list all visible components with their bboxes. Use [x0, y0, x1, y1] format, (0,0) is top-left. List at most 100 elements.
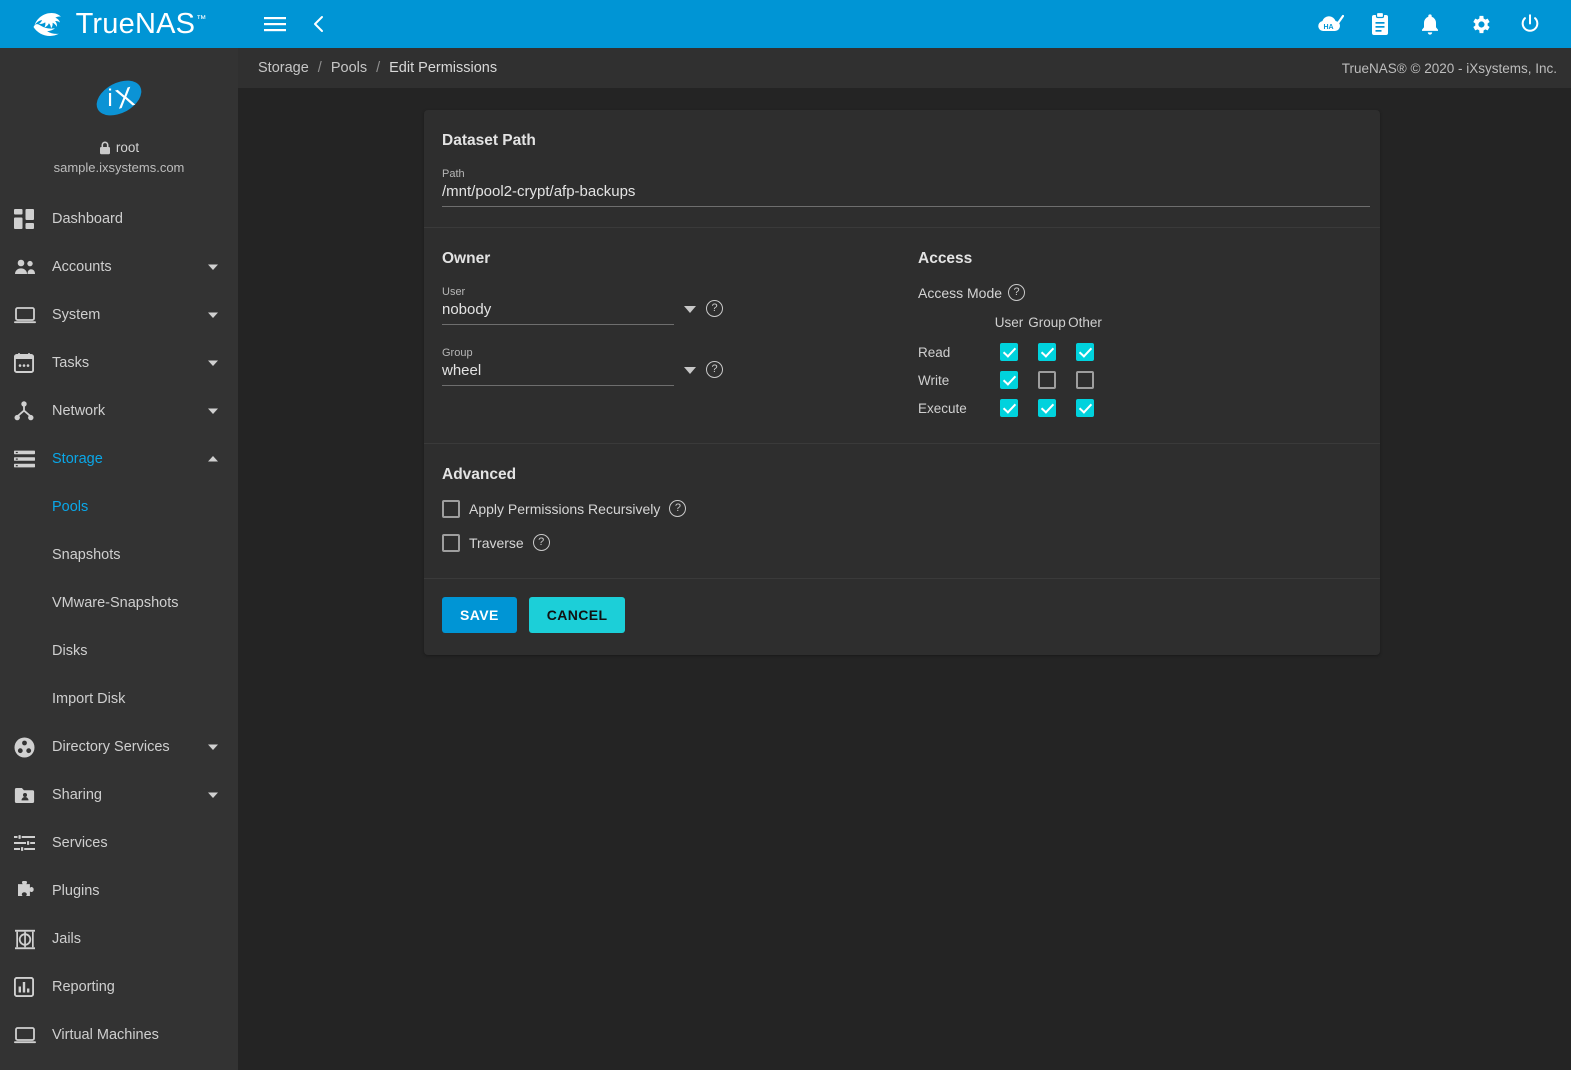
sidebar-item-label: Storage: [48, 451, 206, 467]
sidebar-nav: Dashboard Accounts: [0, 189, 238, 1059]
sidebar-item-dashboard[interactable]: Dashboard: [0, 195, 238, 243]
sidebar-item-system[interactable]: System: [0, 291, 238, 339]
username-label: root: [116, 140, 139, 155]
gear-icon[interactable]: [1465, 9, 1495, 39]
save-button[interactable]: SAVE: [442, 597, 517, 633]
access-mode-row: Access Mode ?: [918, 284, 1362, 301]
access-cell: [1066, 338, 1104, 366]
ha-status-icon[interactable]: HA: [1315, 9, 1345, 39]
sidebar-item-accounts[interactable]: Accounts: [0, 243, 238, 291]
sidebar-subitem-label: VMware-Snapshots: [52, 595, 179, 611]
sidebar-item-pools[interactable]: Pools: [0, 483, 238, 531]
sidebar-item-import-disk[interactable]: Import Disk: [0, 675, 238, 723]
checkbox-execute-other[interactable]: [1076, 399, 1094, 417]
apply-permissions-recursively-help-icon[interactable]: ?: [669, 500, 686, 517]
sidebar-item-storage[interactable]: Storage: [0, 435, 238, 483]
chevron-down-icon[interactable]: [206, 740, 220, 754]
sidebar-item-plugins[interactable]: Plugins: [0, 867, 238, 915]
path-input[interactable]: [442, 183, 1370, 207]
group-input[interactable]: [442, 362, 674, 386]
chevron-down-icon[interactable]: [206, 788, 220, 802]
sidebar-item-vmware-snapshots[interactable]: VMware-Snapshots: [0, 579, 238, 627]
content-area: Storage / Pools / Edit Permissions TrueN…: [238, 48, 1571, 1070]
svg-text:i: i: [107, 85, 112, 112]
access-mode-label: Access Mode: [918, 285, 1002, 301]
bell-icon[interactable]: [1415, 9, 1445, 39]
sidebar-item-label: Virtual Machines: [48, 1027, 220, 1043]
sidebar-item-label: Services: [48, 835, 220, 851]
checkbox-read-group[interactable]: [1038, 343, 1056, 361]
hostname-label: sample.ixsystems.com: [0, 160, 238, 175]
owner-access-section: Owner User ?: [424, 227, 1380, 443]
sidebar-item-label: Jails: [48, 931, 220, 947]
access-mode-table: User Group Other Read: [918, 315, 1104, 423]
user-help-icon[interactable]: ?: [706, 300, 723, 317]
system-icon: [14, 307, 48, 324]
checkbox-apply-permissions-recursively[interactable]: [442, 500, 460, 518]
sidebar-item-virtual-machines[interactable]: Virtual Machines: [0, 1011, 238, 1059]
sidebar-item-network[interactable]: Network: [0, 387, 238, 435]
chevron-left-icon[interactable]: [304, 9, 334, 39]
access-cell: [990, 338, 1028, 366]
access-mode-help-icon[interactable]: ?: [1008, 284, 1025, 301]
access-cell: [1028, 394, 1066, 422]
breadcrumb-separator: /: [376, 60, 380, 76]
chevron-up-icon[interactable]: [206, 452, 220, 466]
hamburger-icon[interactable]: [260, 9, 290, 39]
chevron-down-icon[interactable]: [206, 404, 220, 418]
sidebar-item-label: Tasks: [48, 355, 206, 371]
access-table-header-row: User Group Other: [918, 315, 1104, 338]
sidebar-item-directory-services[interactable]: Directory Services: [0, 723, 238, 771]
checkbox-write-other[interactable]: [1076, 371, 1094, 389]
user-dropdown-caret-icon[interactable]: [684, 306, 696, 313]
chevron-down-icon[interactable]: [206, 356, 220, 370]
user-block: i X root sample.ixsystems.com: [0, 48, 238, 189]
sidebar-item-disks[interactable]: Disks: [0, 627, 238, 675]
clipboard-icon[interactable]: [1365, 9, 1395, 39]
sidebar-item-label: Network: [48, 403, 206, 419]
storage-icon: [14, 450, 48, 468]
traverse-help-icon[interactable]: ?: [533, 534, 550, 551]
path-field-label: Path: [442, 168, 1370, 180]
brand-logo-area[interactable]: TrueNAS™: [0, 0, 238, 48]
plugins-icon: [14, 881, 48, 902]
apply-permissions-recursively-label: Apply Permissions Recursively: [469, 501, 660, 517]
sidebar-item-services[interactable]: Services: [0, 819, 238, 867]
group-field-label: Group: [442, 347, 674, 359]
breadcrumb-item-storage[interactable]: Storage: [258, 60, 309, 76]
access-table-corner: [918, 315, 990, 338]
sidebar: i X root sample.ixsystems.com: [0, 48, 238, 1070]
advanced-section: Advanced Apply Permissions Recursively ?…: [424, 443, 1380, 578]
sidebar-item-sharing[interactable]: Sharing: [0, 771, 238, 819]
cancel-button[interactable]: CANCEL: [529, 597, 626, 633]
checkbox-read-other[interactable]: [1076, 343, 1094, 361]
sidebar-item-tasks[interactable]: Tasks: [0, 339, 238, 387]
access-row-write: Write: [918, 366, 1104, 394]
breadcrumb-item-pools[interactable]: Pools: [331, 60, 367, 76]
toolbar-left-controls: [238, 9, 334, 39]
access-cell: [1066, 366, 1104, 394]
checkbox-execute-group[interactable]: [1038, 399, 1056, 417]
checkbox-traverse[interactable]: [442, 534, 460, 552]
access-row-label: Write: [918, 366, 990, 394]
current-user: root: [0, 140, 238, 155]
sidebar-item-label: System: [48, 307, 206, 323]
owner-access-columns: Owner User ?: [442, 250, 1362, 423]
checkbox-execute-user[interactable]: [1000, 399, 1018, 417]
chevron-down-icon[interactable]: [206, 308, 220, 322]
sidebar-item-jails[interactable]: Jails: [0, 915, 238, 963]
page-scroll: Dataset Path Path Owner: [238, 88, 1571, 1070]
checkbox-write-user[interactable]: [1000, 371, 1018, 389]
network-icon: [14, 401, 48, 421]
group-help-icon[interactable]: ?: [706, 361, 723, 378]
group-dropdown-caret-icon[interactable]: [684, 367, 696, 374]
power-icon[interactable]: [1515, 9, 1545, 39]
sidebar-item-snapshots[interactable]: Snapshots: [0, 531, 238, 579]
checkbox-read-user[interactable]: [1000, 343, 1018, 361]
sidebar-item-reporting[interactable]: Reporting: [0, 963, 238, 1011]
directory-services-icon: [14, 737, 48, 758]
user-input[interactable]: [442, 301, 674, 325]
dataset-path-title: Dataset Path: [442, 132, 1362, 150]
chevron-down-icon[interactable]: [206, 260, 220, 274]
checkbox-write-group[interactable]: [1038, 371, 1056, 389]
